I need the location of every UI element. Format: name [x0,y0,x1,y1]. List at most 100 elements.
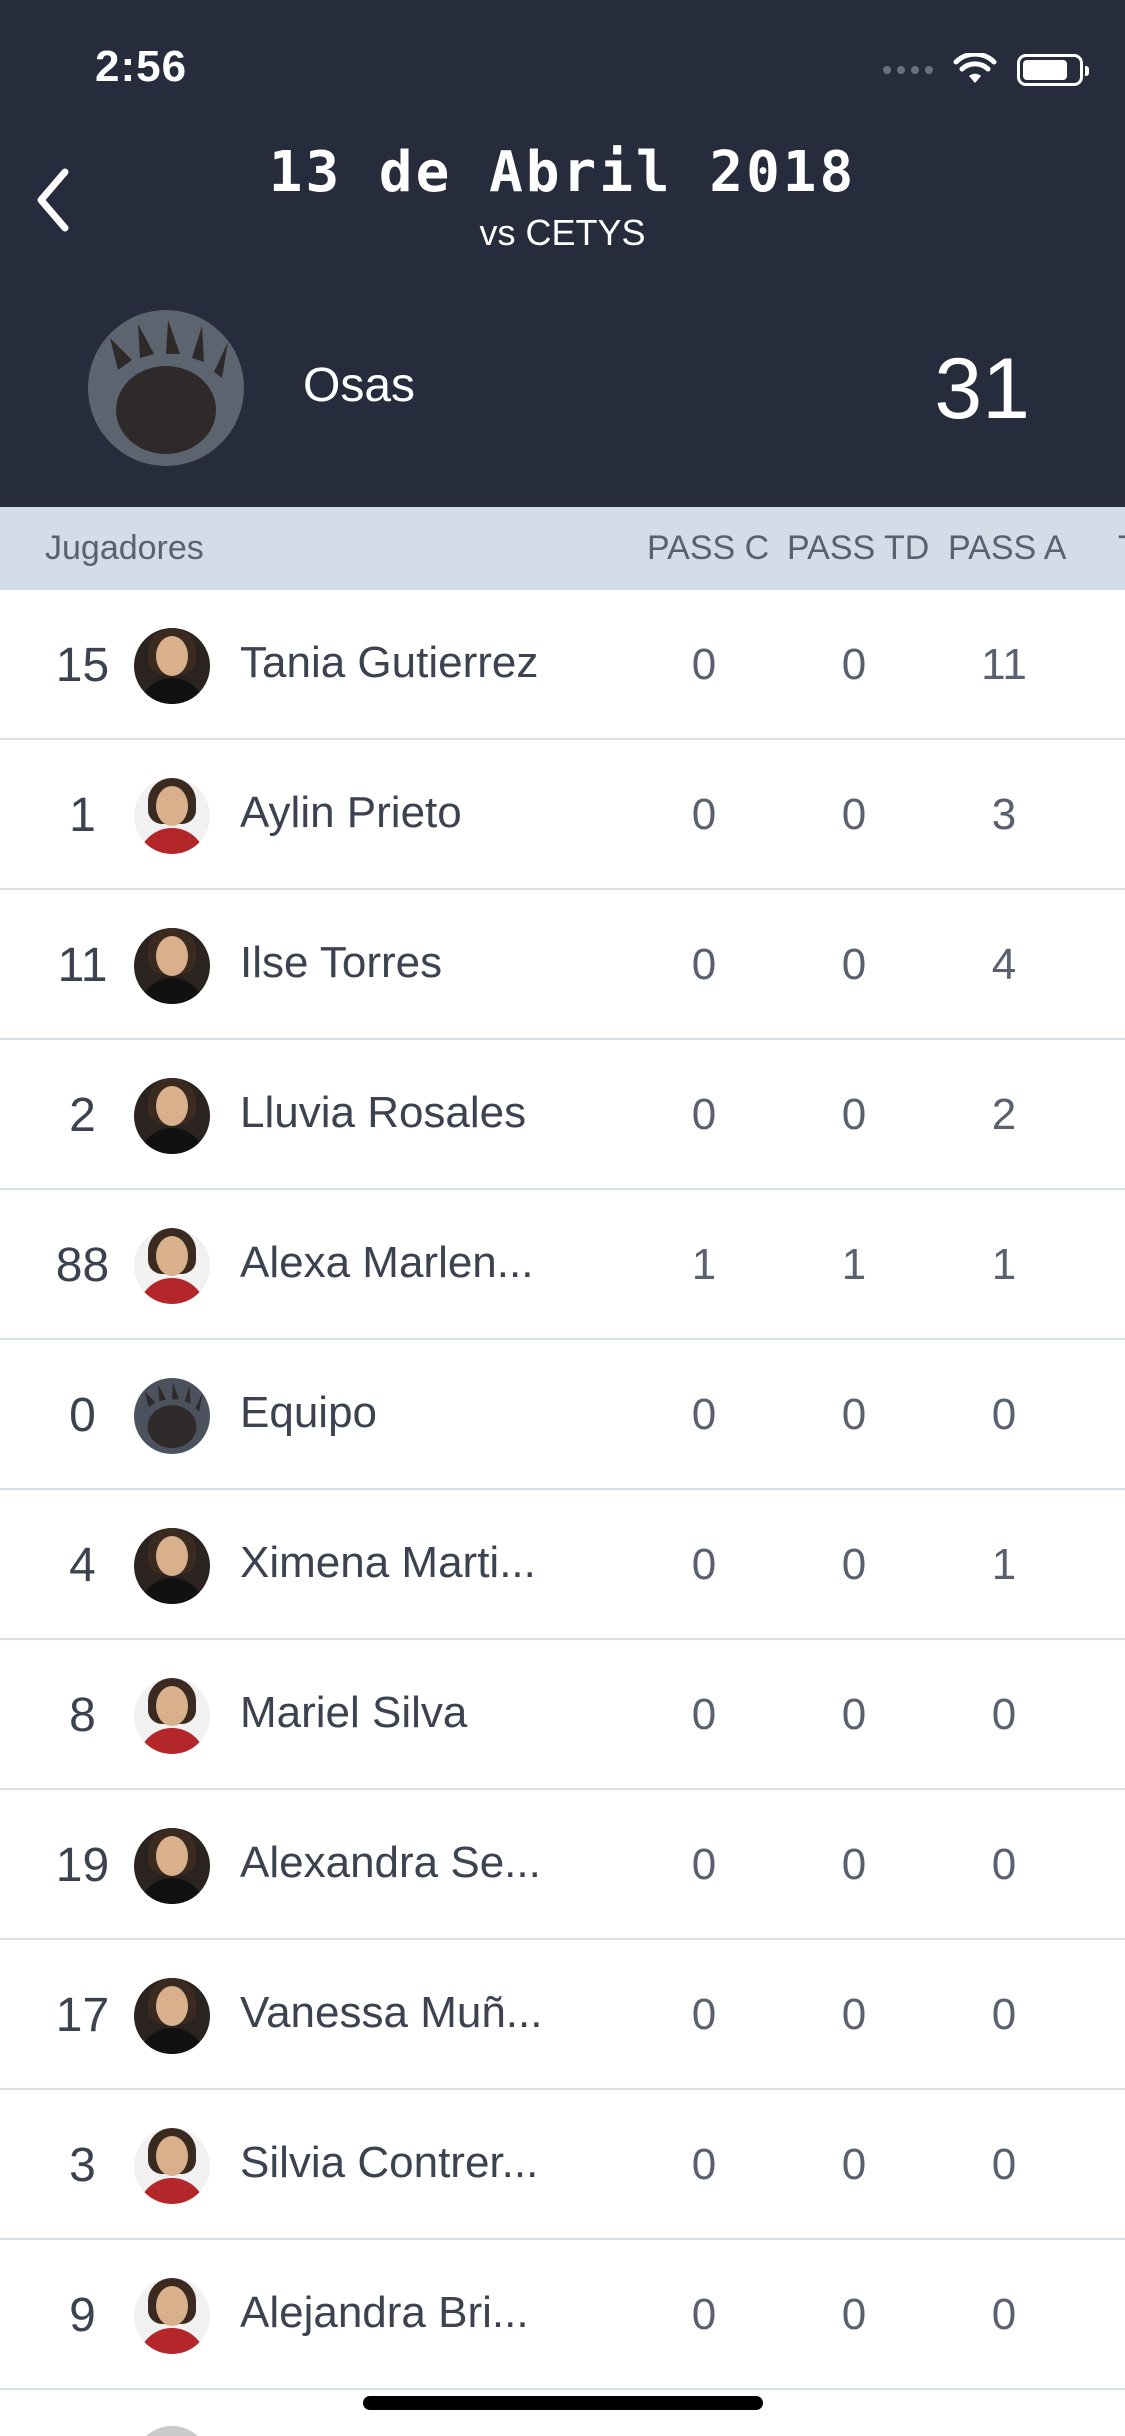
player-avatar [134,628,210,704]
stat-pass-c: 0 [691,2290,717,2339]
stat-pass-c: 0 [691,940,717,989]
team-score: 31 [934,341,1030,437]
player-number: 2 [69,1089,96,1142]
player-row[interactable]: 2 Lluvia Rosales 0 0 2 [0,1040,1125,1190]
stat-pass-a: 0 [991,1840,1017,1889]
player-number: 19 [55,1839,110,1892]
stat-pass-td: 0 [841,1990,867,2039]
player-name: Alexa Marlen... [240,1238,534,1287]
player-avatar [134,1828,210,1904]
player-row[interactable]: 8 Mariel Silva 0 0 0 [0,1640,1125,1790]
player-name: Aylin Prieto [240,788,462,837]
stat-pass-a: 1 [991,1540,1017,1589]
player-name: Ilse Torres [240,938,443,987]
battery-icon [1017,54,1089,86]
stat-pass-c: 0 [691,1690,717,1739]
bear-paw-icon [144,1382,203,1449]
stat-pass-c: 0 [691,790,717,839]
player-row[interactable]: 15 Tania Gutierrez 0 0 11 [0,590,1125,740]
player-number: 4 [69,1539,96,1592]
stats-column-header: Jugadores PASS C PASS TD PASS A T [0,507,1125,590]
stat-pass-td: 0 [841,640,867,689]
player-row[interactable]: 4 Ximena Marti... 0 0 1 [0,1490,1125,1640]
game-header: 2:56 13 de Abril 2018 vs CETYS Osas 31 [0,0,1125,507]
column-pass-a[interactable]: PASS A [948,529,1066,568]
player-name: Mariel Silva [240,1688,468,1737]
stat-pass-td: 1 [841,1240,867,1289]
player-avatar [134,778,210,854]
stat-pass-c: 0 [691,640,717,689]
player-avatar [134,1528,210,1604]
player-avatar [134,2128,210,2204]
stat-pass-td: 0 [841,940,867,989]
game-opponent: vs CETYS [479,212,646,253]
stat-pass-c: 0 [691,1390,717,1439]
stat-pass-c: 0 [691,1840,717,1889]
stat-pass-a: 0 [991,1690,1017,1739]
player-row[interactable]: 3 Silvia Contrer... 0 0 0 [0,2090,1125,2240]
cellular-signal-icon [883,66,933,74]
player-row[interactable]: 19 Alexandra Se... 0 0 0 [0,1790,1125,1940]
stat-pass-td: 0 [841,2140,867,2189]
player-number: 11 [57,939,108,992]
player-row[interactable]: 11 Ilse Torres 0 0 4 [0,890,1125,1040]
player-row[interactable]: 9 Alejandra Bri... 0 0 0 [0,2240,1125,2390]
bear-paw-icon [110,320,228,454]
team-avatar [134,1378,210,1454]
team-logo [88,310,244,466]
stat-pass-c: 0 [691,2140,717,2189]
player-name: Lluvia Rosales [240,1088,527,1137]
stat-pass-td: 0 [841,1690,867,1739]
stat-pass-a: 0 [991,2290,1017,2339]
stat-pass-td: 0 [841,1390,867,1439]
player-avatar [134,928,210,1004]
column-next-partial[interactable]: T [1118,529,1125,568]
home-indicator[interactable] [363,2396,763,2410]
stat-pass-td: 0 [841,1540,867,1589]
player-name: Alexandra Se... [240,1838,541,1887]
player-number: 15 [55,639,110,692]
column-pass-c[interactable]: PASS C [647,529,769,568]
player-number: 88 [55,1239,110,1292]
stat-pass-a: 0 [991,2140,1017,2189]
stat-pass-a: 1 [991,1240,1017,1289]
player-row[interactable]: 1 Aylin Prieto 0 0 3 [0,740,1125,890]
status-icons [883,50,1089,90]
team-name: Osas [303,359,416,412]
game-title: 13 de Abril 2018 [268,140,857,205]
player-row[interactable]: 17 Vanessa Muñ... 0 0 0 [0,1940,1125,2090]
player-avatar [134,1978,210,2054]
player-number: 17 [55,1989,110,2042]
stat-pass-a: 0 [991,1990,1017,2039]
stat-pass-a: 4 [991,940,1017,989]
player-name: Equipo [240,1388,378,1437]
status-time: 2:56 [95,42,188,91]
player-stats-list: 15 Tania Gutierrez 0 0 11 1 Aylin Prieto… [0,590,1125,2390]
stat-pass-td: 0 [841,790,867,839]
player-row[interactable]: 88 Alexa Marlen... 1 1 1 [0,1190,1125,1340]
player-number: 8 [69,1689,96,1742]
player-avatar [134,1678,210,1754]
player-number: 9 [69,2289,96,2342]
column-pass-td[interactable]: PASS TD [787,529,929,568]
player-name: Ximena Marti... [240,1538,536,1587]
wifi-icon [953,53,997,83]
player-name: Tania Gutierrez [240,638,539,687]
player-name: Vanessa Muñ... [240,1988,543,2037]
stat-pass-c: 0 [691,1990,717,2039]
player-name: Silvia Contrer... [240,2138,539,2187]
player-number: 3 [69,2139,96,2192]
stat-pass-c: 1 [691,1240,717,1289]
stat-pass-td: 0 [841,1090,867,1139]
player-name: Alejandra Bri... [240,2288,529,2337]
stat-pass-c: 0 [691,1090,717,1139]
player-avatar [134,2278,210,2354]
stat-pass-c: 0 [691,1540,717,1589]
player-avatar [134,1228,210,1304]
stat-pass-td: 0 [841,1840,867,1889]
player-avatar [134,1078,210,1154]
player-avatar-partial [134,2426,210,2436]
player-row[interactable]: 0 Equipo 0 0 0 [0,1340,1125,1490]
player-number: 0 [69,1389,96,1442]
stat-pass-a: 3 [991,790,1017,839]
